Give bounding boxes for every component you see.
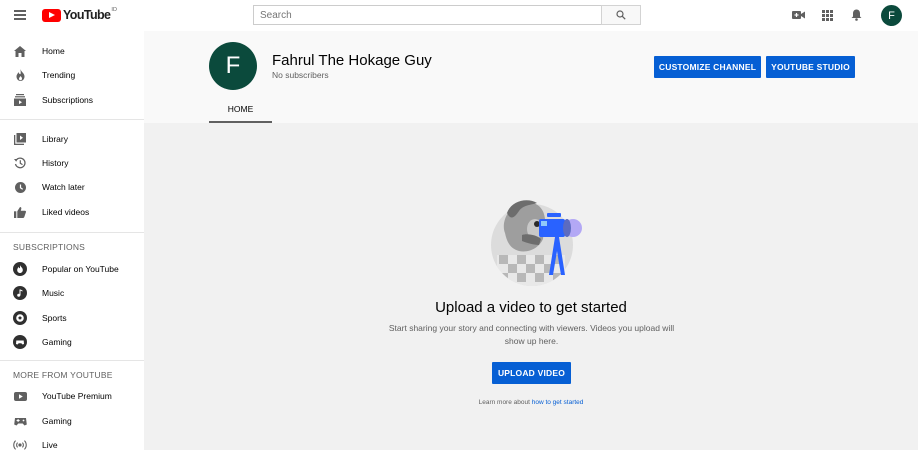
sidebar-item-label: YouTube Premium bbox=[42, 391, 112, 401]
live-icon bbox=[13, 438, 27, 450]
sidebar-item-gaming-more[interactable]: Gaming bbox=[0, 409, 144, 433]
sidebar-item-sports[interactable]: Sports bbox=[0, 306, 144, 330]
channel-name: Fahrul The Hokage Guy bbox=[272, 52, 432, 69]
sidebar-item-label: Live bbox=[42, 440, 58, 450]
youtube-studio-button[interactable]: YOUTUBE STUDIO bbox=[766, 56, 855, 78]
create-video-icon[interactable] bbox=[791, 8, 805, 22]
youtube-premium-icon bbox=[13, 389, 27, 403]
sidebar-item-library[interactable]: Library bbox=[0, 127, 144, 151]
sidebar-item-label: History bbox=[42, 158, 69, 168]
youtube-play-icon bbox=[42, 8, 61, 22]
search-input[interactable] bbox=[253, 5, 601, 25]
sports-icon bbox=[13, 311, 27, 325]
library-icon bbox=[13, 132, 27, 146]
sidebar: Home Trending Subscriptions Library Hist… bbox=[0, 31, 144, 450]
learn-more-text: Learn more about how to get started bbox=[144, 399, 918, 406]
upload-illustration bbox=[491, 200, 582, 286]
empty-state-description: Start sharing your story and connecting … bbox=[388, 323, 675, 346]
sidebar-item-home[interactable]: Home bbox=[0, 39, 144, 63]
top-bar: YouTube ID F bbox=[0, 0, 918, 31]
apps-grid-icon[interactable] bbox=[820, 8, 834, 22]
menu-icon[interactable] bbox=[14, 10, 26, 20]
search-bar bbox=[253, 5, 641, 25]
search-button[interactable] bbox=[601, 5, 641, 25]
sidebar-item-history[interactable]: History bbox=[0, 151, 144, 175]
sidebar-item-label: Library bbox=[42, 134, 68, 144]
sidebar-item-label: Popular on YouTube bbox=[42, 264, 119, 274]
subscriptions-icon bbox=[13, 93, 27, 107]
thumbs-up-icon bbox=[13, 205, 27, 219]
gaming-controller-icon bbox=[13, 414, 27, 428]
sidebar-item-popular-on-youtube[interactable]: Popular on YouTube bbox=[0, 257, 144, 281]
sidebar-item-label: Liked videos bbox=[42, 207, 90, 217]
channel-header: F Fahrul The Hokage Guy No subscribers C… bbox=[144, 31, 918, 123]
sidebar-item-watch-later[interactable]: Watch later bbox=[0, 175, 144, 199]
popular-icon bbox=[13, 262, 27, 276]
notifications-bell-icon[interactable] bbox=[849, 8, 863, 22]
search-icon bbox=[616, 10, 626, 20]
sidebar-item-gaming[interactable]: Gaming bbox=[0, 330, 144, 354]
flame-icon bbox=[13, 68, 27, 82]
sidebar-item-label: Sports bbox=[42, 313, 67, 323]
logo-country-code: ID bbox=[111, 7, 117, 13]
music-icon bbox=[13, 286, 27, 300]
gaming-icon bbox=[13, 335, 27, 349]
sidebar-item-label: Gaming bbox=[42, 416, 72, 426]
sidebar-item-youtube-premium[interactable]: YouTube Premium bbox=[0, 384, 144, 408]
youtube-logo[interactable]: YouTube ID bbox=[42, 7, 117, 22]
customize-channel-button[interactable]: CUSTOMIZE CHANNEL bbox=[654, 56, 761, 78]
how-to-get-started-link[interactable]: how to get started bbox=[532, 399, 584, 406]
subscriber-count: No subscribers bbox=[272, 70, 329, 80]
subscriptions-heading: SUBSCRIPTIONS bbox=[13, 242, 86, 252]
sidebar-item-liked-videos[interactable]: Liked videos bbox=[0, 200, 144, 224]
channel-content: Upload a video to get started Start shar… bbox=[144, 123, 918, 450]
sidebar-item-label: Subscriptions bbox=[42, 95, 94, 105]
tab-home[interactable]: HOME bbox=[209, 98, 272, 123]
sidebar-item-trending[interactable]: Trending bbox=[0, 63, 144, 87]
sidebar-item-music[interactable]: Music bbox=[0, 281, 144, 305]
sidebar-item-label: Watch later bbox=[42, 182, 85, 192]
channel-avatar: F bbox=[209, 42, 257, 90]
learn-more-prefix: Learn more about bbox=[478, 399, 530, 406]
history-icon bbox=[13, 156, 27, 170]
sidebar-divider bbox=[0, 232, 144, 233]
account-avatar[interactable]: F bbox=[881, 5, 902, 26]
sidebar-item-label: Trending bbox=[42, 70, 76, 80]
clock-icon bbox=[13, 180, 27, 194]
empty-state-title: Upload a video to get started bbox=[435, 299, 627, 316]
sidebar-item-subscriptions[interactable]: Subscriptions bbox=[0, 88, 144, 112]
sidebar-divider bbox=[0, 360, 144, 361]
logo-text: YouTube bbox=[63, 8, 111, 22]
sidebar-item-label: Gaming bbox=[42, 337, 72, 347]
sidebar-item-live[interactable]: Live bbox=[0, 433, 144, 450]
sidebar-item-label: Home bbox=[42, 46, 65, 56]
upload-video-button[interactable]: UPLOAD VIDEO bbox=[492, 362, 571, 384]
more-from-youtube-heading: MORE FROM YOUTUBE bbox=[13, 370, 113, 380]
sidebar-item-label: Music bbox=[42, 288, 65, 298]
sidebar-divider bbox=[0, 119, 144, 120]
home-icon bbox=[13, 44, 27, 58]
